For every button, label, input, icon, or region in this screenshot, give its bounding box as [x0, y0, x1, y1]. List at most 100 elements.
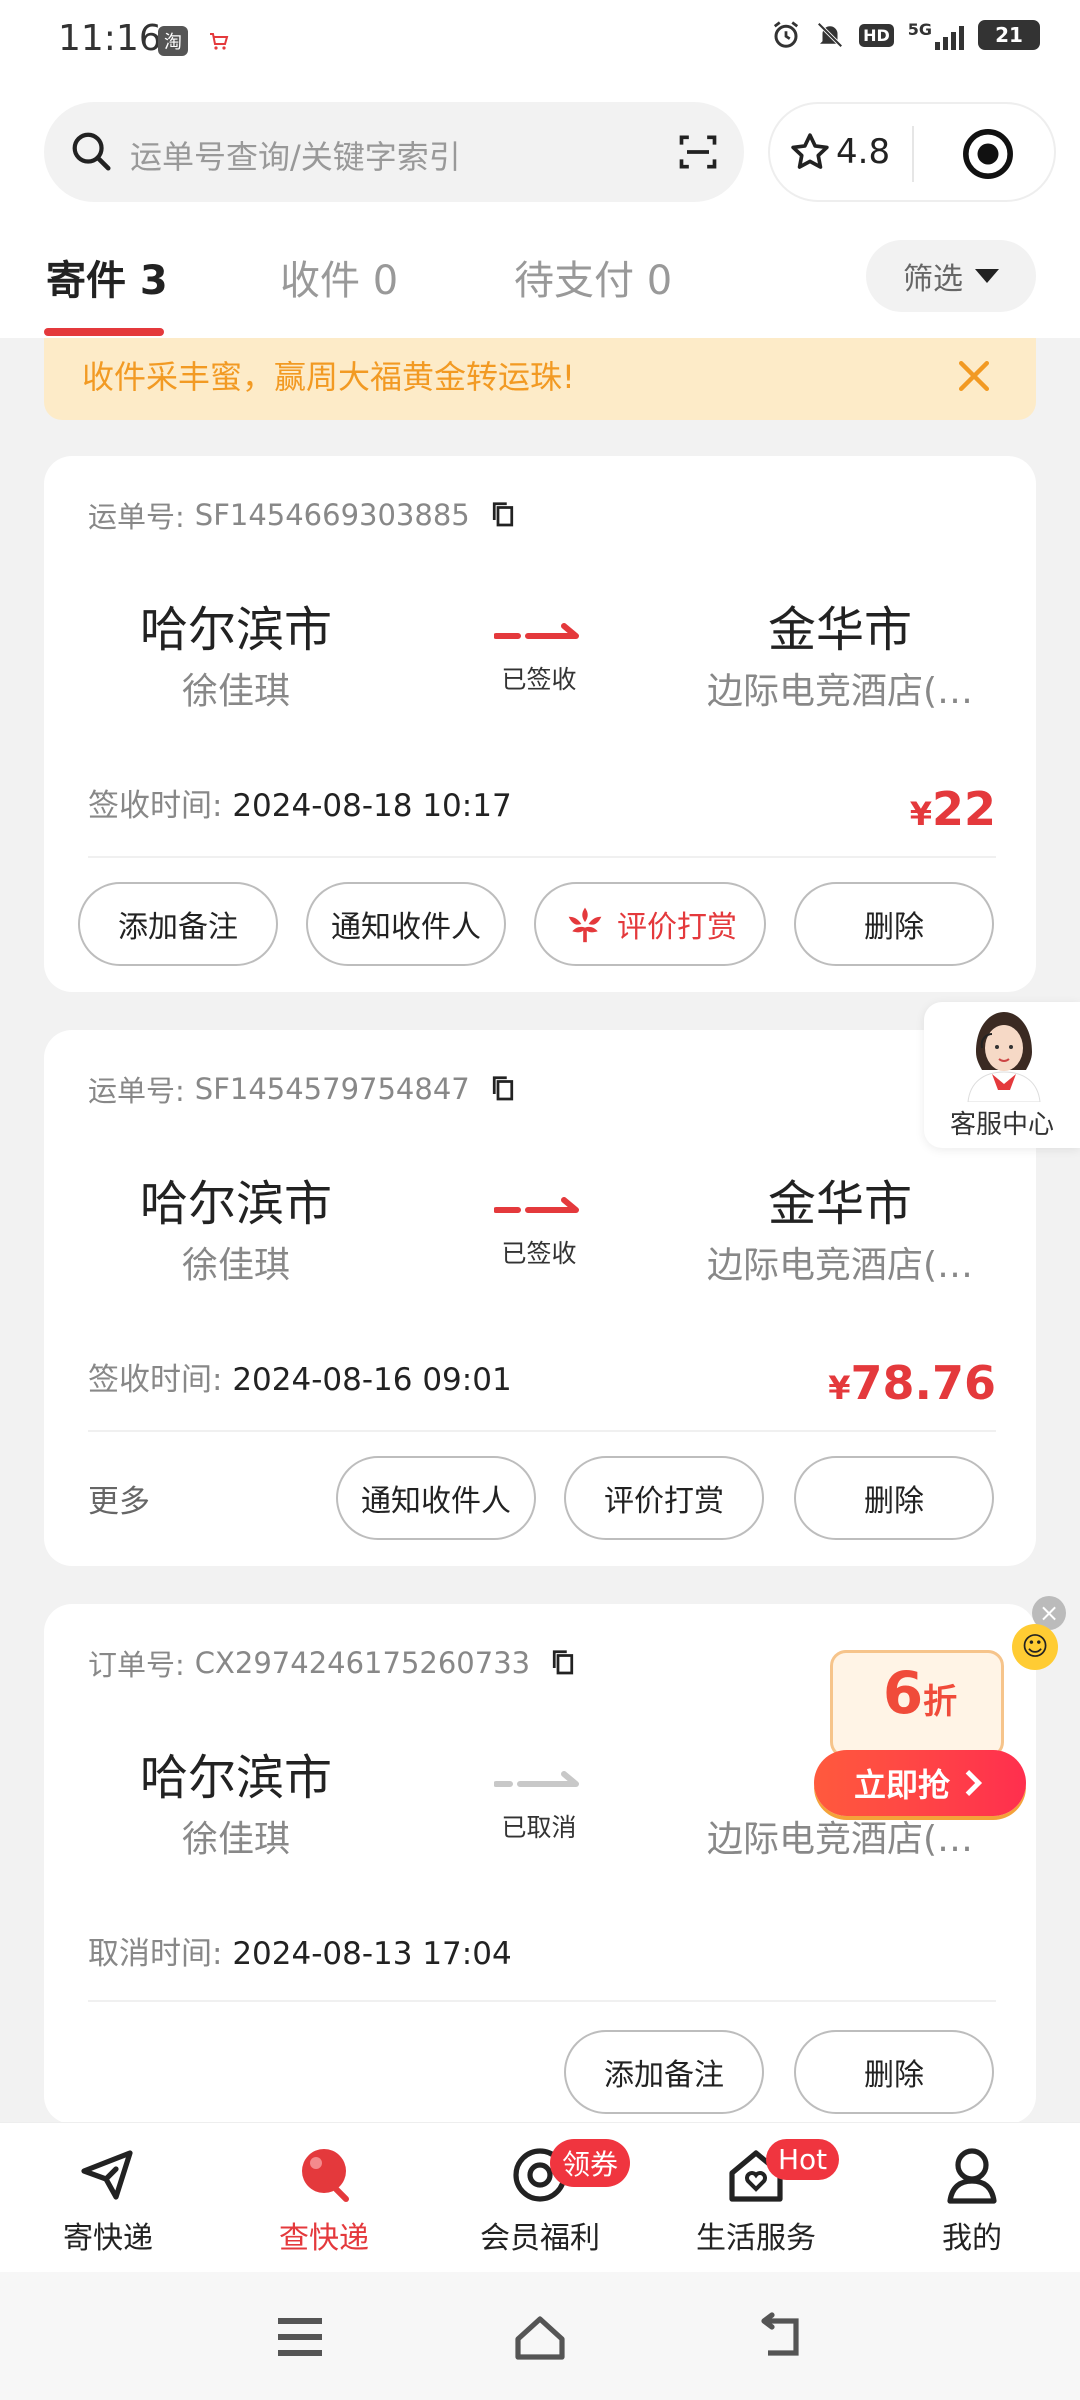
delete-button[interactable]: 删除	[794, 2030, 994, 2114]
status-time: 11:16	[58, 18, 162, 59]
sender-name: 徐佳琪	[181, 1245, 290, 1286]
currency-symbol: ¥	[828, 1369, 851, 1407]
button-label: 删除	[864, 2058, 924, 2093]
nav-member-benefits[interactable]: 领券 会员福利	[450, 2139, 630, 2257]
menu-icon[interactable]	[272, 2312, 328, 2362]
caret-down-icon	[975, 269, 999, 283]
mute-icon	[817, 22, 843, 48]
system-nav-bar	[0, 2272, 1080, 2400]
home-icon[interactable]	[512, 2312, 568, 2362]
tab-send[interactable]: 寄件 3	[46, 248, 168, 306]
waybill-value: SF1454669303885	[194, 498, 470, 532]
close-icon[interactable]	[952, 354, 996, 398]
battery-level: 21	[995, 23, 1023, 47]
copy-icon[interactable]	[550, 1648, 576, 1678]
arrow-right-icon	[494, 1197, 579, 1213]
delivery-status: 已签收	[501, 1239, 577, 1268]
agent-avatar	[967, 1012, 1041, 1102]
waybill-number: 运单号: SF1454579754847	[88, 1068, 516, 1110]
customer-service-label: 客服中心	[949, 1110, 1054, 1140]
recipient-name: 边际电竞酒店(…	[706, 671, 974, 712]
star-icon	[791, 133, 829, 169]
tab-receive[interactable]: 收件 0	[280, 248, 398, 306]
delivery-status: 已取消	[501, 1813, 577, 1842]
arrow-right-icon	[494, 1771, 579, 1787]
coupon-badge: 领券	[550, 2139, 630, 2187]
target-icon[interactable]	[960, 126, 1016, 182]
destination-city: 金华市	[767, 602, 912, 658]
notify-recipient-button[interactable]: 通知收件人	[336, 1456, 536, 1540]
nav-life-services[interactable]: Hot 生活服务	[666, 2139, 846, 2257]
waybill-label: 运单号:	[88, 500, 185, 534]
divider	[88, 2000, 996, 2002]
delivery-status: 已签收	[501, 665, 577, 694]
promo-text: 收件采丰蜜，赢周大福黄金转运珠!	[82, 358, 575, 396]
nav-label: 会员福利	[480, 2221, 600, 2256]
rate-tip-button[interactable]: 评价打赏	[534, 882, 766, 966]
taobao-icon: 淘	[158, 26, 188, 56]
add-note-button[interactable]: 添加备注	[78, 882, 278, 966]
filter-label: 筛选	[903, 262, 963, 297]
rate-tip-button[interactable]: 评价打赏	[564, 1456, 764, 1540]
discount-coupon: 6折	[830, 1650, 1004, 1758]
discount-promo-float[interactable]: × 6折 ☺ 立即抢	[810, 1596, 1076, 1826]
promo-banner[interactable]: 收件采丰蜜，赢周大福黄金转运珠!	[44, 338, 1036, 420]
delete-button[interactable]: 删除	[794, 1456, 994, 1540]
nav-label: 生活服务	[696, 2221, 816, 2256]
cart-icon	[204, 26, 234, 56]
chevron-right-icon	[965, 1770, 983, 1796]
button-label: 通知收件人	[361, 1484, 511, 1519]
order-label: 订单号:	[88, 1648, 185, 1682]
nav-label: 查快递	[279, 2221, 369, 2256]
button-label: 删除	[864, 1484, 924, 1519]
nav-track-express[interactable]: 查快递	[234, 2143, 414, 2257]
filter-button[interactable]: 筛选	[866, 240, 1036, 312]
customer-service-button[interactable]: 客服中心	[924, 1002, 1080, 1148]
order-price: ¥78.76	[828, 1356, 996, 1410]
track-pin-icon	[302, 2149, 349, 2202]
origin-city: 哈尔滨市	[139, 1176, 332, 1232]
order-card[interactable]: 运单号: SF1454669303885 哈尔滨市 徐佳琪 已签收 金华市 边际…	[44, 456, 1036, 992]
copy-icon[interactable]	[490, 500, 516, 530]
signal-5g-icon: 5G	[908, 20, 964, 50]
nav-mine[interactable]: 我的	[882, 2143, 1062, 2257]
origin-city: 哈尔滨市	[139, 1750, 332, 1806]
status-bar: 11:16 淘 HD 5G 21	[0, 0, 1080, 84]
divider	[88, 1430, 996, 1432]
user-icon	[947, 2148, 997, 2204]
bottom-nav: 寄快递 查快递 领券 会员福利 Hot 生活服务 我的	[0, 2122, 1080, 2272]
order-number: 订单号: CX2974246175260733	[88, 1642, 576, 1684]
more-link[interactable]: 更多	[88, 1476, 150, 1521]
button-label: 添加备注	[604, 2058, 724, 2093]
sender-name: 徐佳琪	[181, 671, 290, 712]
tab-active-indicator	[44, 328, 164, 336]
signed-time: 签收时间: 2024-08-18 10:17	[88, 780, 512, 825]
button-label: 添加备注	[118, 910, 238, 945]
nav-label: 我的	[942, 2221, 1002, 2256]
tab-bar: 寄件 3 收件 0 待支付 0 筛选	[0, 240, 1080, 338]
nav-send-express[interactable]: 寄快递	[18, 2143, 198, 2257]
back-icon[interactable]	[752, 2312, 808, 2362]
discount-unit: 折	[923, 1682, 958, 1722]
search-placeholder: 运单号查询/关键字索引	[130, 138, 461, 176]
cancel-time: 取消时间: 2024-08-13 17:04	[88, 1928, 512, 1973]
time-value: 2024-08-13 17:04	[232, 1936, 512, 1972]
tab-pending-payment[interactable]: 待支付 0	[514, 248, 672, 306]
signed-time: 签收时间: 2024-08-16 09:01	[88, 1354, 512, 1399]
order-card[interactable]: 运单号: SF1454579754847 哈尔滨市 徐佳琪 已签收 金华市 边际…	[44, 1030, 1036, 1566]
notify-recipient-button[interactable]: 通知收件人	[306, 882, 506, 966]
battery-icon: 21	[978, 20, 1040, 50]
add-note-button[interactable]: 添加备注	[564, 2030, 764, 2114]
arrow-right-icon	[494, 623, 579, 639]
grab-now-button[interactable]: 立即抢	[814, 1750, 1026, 1816]
copy-icon[interactable]	[490, 1074, 516, 1104]
search-input[interactable]: 运单号查询/关键字索引	[44, 102, 744, 202]
rating-capsule[interactable]: 4.8	[768, 102, 1056, 202]
button-label: 评价打赏	[604, 1484, 724, 1519]
time-label: 签收时间:	[88, 1362, 223, 1398]
flower-icon	[568, 907, 602, 943]
scan-icon[interactable]	[676, 130, 720, 174]
origin-city: 哈尔滨市	[139, 602, 332, 658]
delete-button[interactable]: 删除	[794, 882, 994, 966]
rating-divider	[912, 126, 914, 182]
